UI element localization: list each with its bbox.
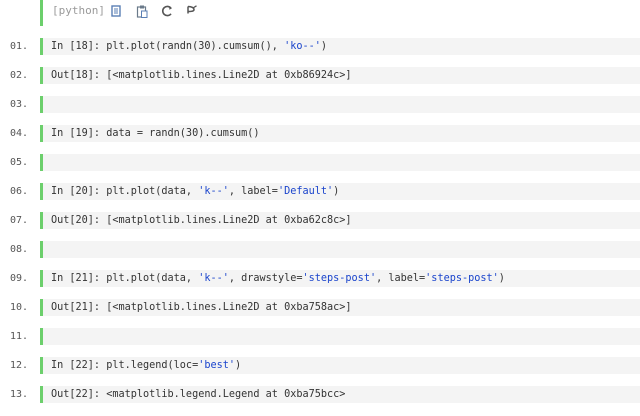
- code-line-background: [40, 96, 640, 113]
- copy-icon[interactable]: [108, 3, 124, 19]
- code-line-text: In [19]: data = randn(30).cumsum(): [51, 127, 260, 140]
- code-line: 03.: [0, 91, 640, 120]
- code-viewer: [python] 01. In [18]: plt.plot(randn(30)…: [0, 0, 640, 416]
- string-literal: 'ko--': [284, 41, 321, 52]
- language-label: [python]: [52, 4, 105, 17]
- code-line-text: Out[20]: [<matplotlib.lines.Line2D at 0x…: [51, 214, 352, 227]
- code-line-text: Out[22]: <matplotlib.legend.Legend at 0x…: [51, 388, 345, 401]
- code-line-text: Out[21]: [<matplotlib.lines.Line2D at 0x…: [51, 301, 352, 314]
- code-line-background: [40, 154, 640, 171]
- line-number: 04.: [10, 128, 29, 139]
- code-token: ): [333, 186, 340, 197]
- code-toolbar: [python]: [0, 0, 640, 26]
- code-line: 07. Out[20]: [<matplotlib.lines.Line2D at…: [0, 207, 640, 236]
- code-token: In [19]: data = randn(30).cumsum(): [51, 128, 260, 139]
- code-token: In [20]: plt.plot(data,: [51, 186, 199, 197]
- code-token: , label=: [228, 186, 278, 197]
- code-line-background: [40, 241, 640, 258]
- line-number: 10.: [10, 302, 29, 313]
- line-number: 06.: [10, 186, 29, 197]
- string-literal: 'Default': [277, 186, 334, 197]
- code-token: ): [498, 273, 505, 284]
- string-literal: 'best': [198, 360, 236, 371]
- code-token: Out[18]: [<matplotlib.lines.Line2D at 0x…: [51, 70, 352, 81]
- line-number: 03.: [10, 99, 29, 110]
- line-number: 02.: [10, 70, 29, 81]
- code-token: In [18]: plt.plot(randn(30).cumsum(),: [51, 41, 285, 52]
- code-line: 13. Out[22]: <matplotlib.legend.Legend at…: [0, 381, 640, 410]
- code-line: 08.: [0, 236, 640, 265]
- code-token: , label=: [376, 273, 426, 284]
- code-token: ): [235, 360, 242, 371]
- line-number: 07.: [10, 215, 29, 226]
- string-literal: 'k--': [198, 273, 229, 284]
- line-number: 13.: [10, 389, 29, 400]
- code-token: , drawstyle=: [228, 273, 303, 284]
- code-token: Out[22]: <matplotlib.legend.Legend at 0x…: [51, 389, 346, 400]
- code-token: In [21]: plt.plot(data,: [51, 273, 199, 284]
- code-line: 12. In [22]: plt.legend(loc='best'): [0, 352, 640, 381]
- string-literal: 'steps-post': [425, 273, 499, 284]
- code-line-text: In [18]: plt.plot(randn(30).cumsum(), 'k…: [51, 40, 327, 53]
- brush-icon[interactable]: [184, 3, 200, 19]
- line-number: 12.: [10, 360, 29, 371]
- code-line: 04. In [19]: data = randn(30).cumsum(): [0, 120, 640, 149]
- code-token: Out[20]: [<matplotlib.lines.Line2D at 0x…: [51, 215, 352, 226]
- line-number: 01.: [10, 41, 29, 52]
- line-number: 05.: [10, 157, 29, 168]
- code-line: 10. Out[21]: [<matplotlib.lines.Line2D at…: [0, 294, 640, 323]
- line-number: 08.: [10, 244, 29, 255]
- code-line: 02. Out[18]: [<matplotlib.lines.Line2D at…: [0, 62, 640, 91]
- code-line-background: [40, 328, 640, 345]
- toolbar-accent-bar: [40, 0, 43, 26]
- string-literal: 'k--': [198, 186, 229, 197]
- code-token: In [22]: plt.legend(loc=: [51, 360, 199, 371]
- code-token: Out[21]: [<matplotlib.lines.Line2D at 0x…: [51, 302, 352, 313]
- code-line-text: In [21]: plt.plot(data, 'k--', drawstyle…: [51, 272, 505, 285]
- code-line: 09. In [21]: plt.plot(data, 'k--', drawst…: [0, 265, 640, 294]
- code-line-text: In [22]: plt.legend(loc='best'): [51, 359, 241, 372]
- refresh-icon[interactable]: [159, 3, 175, 19]
- line-number: 11.: [10, 331, 29, 342]
- string-literal: 'steps-post': [302, 273, 377, 284]
- code-line: 11.: [0, 323, 640, 352]
- code-lines: 01. In [18]: plt.plot(randn(30).cumsum(),…: [0, 33, 640, 410]
- line-number: 09.: [10, 273, 29, 284]
- paste-icon[interactable]: [134, 3, 150, 19]
- code-token: ): [320, 41, 328, 52]
- code-line: 05.: [0, 149, 640, 178]
- code-line-text: Out[18]: [<matplotlib.lines.Line2D at 0x…: [51, 69, 352, 82]
- code-line: 06. In [20]: plt.plot(data, 'k--', label=…: [0, 178, 640, 207]
- code-line: 01. In [18]: plt.plot(randn(30).cumsum(),…: [0, 33, 640, 62]
- code-line-text: In [20]: plt.plot(data, 'k--', label='De…: [51, 185, 339, 198]
